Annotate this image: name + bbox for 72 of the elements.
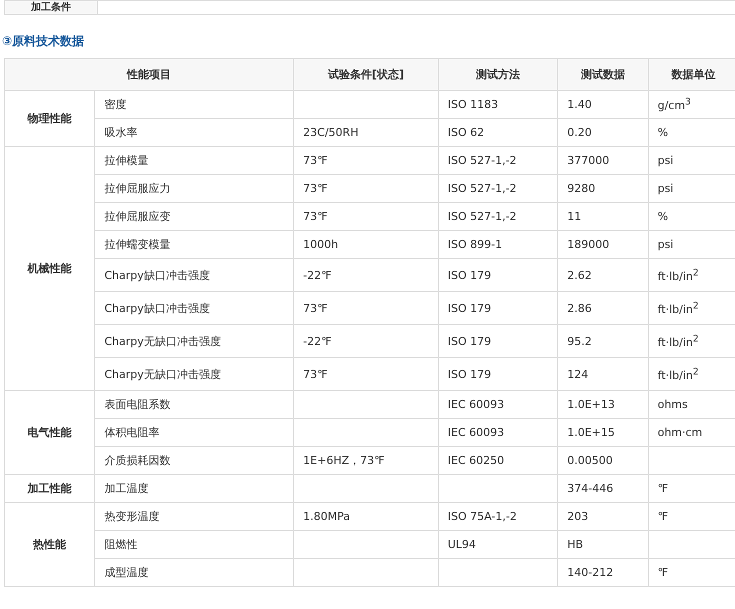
table-cell: 9280 (558, 174, 648, 202)
table-cell: 73℉ (294, 358, 438, 390)
table-cell: IEC 60250 (438, 446, 558, 474)
table-cell: Charpy缺口冲击强度 (94, 292, 294, 324)
table-cell: 加工温度 (94, 474, 294, 502)
table-cell: -22℉ (294, 324, 438, 358)
table-cell: ISO 75A-1,-2 (438, 502, 558, 530)
table-cell: 表面电阻系数 (94, 390, 294, 418)
group-label: 加工性能 (4, 474, 95, 502)
group-label: 热性能 (4, 502, 95, 586)
table-cell: HB (558, 530, 648, 558)
section-title: ③原料技术数据 (2, 33, 86, 50)
table-cell: 1.0E+15 (558, 418, 648, 446)
table-cell: ISO 1183 (438, 90, 558, 118)
table-cell: 1.80MPa (294, 502, 438, 530)
table-cell: 11 (558, 202, 648, 230)
table-cell: 拉伸屈服应力 (94, 174, 294, 202)
table-cell: 377000 (558, 146, 648, 174)
table-cell: ISO 179 (438, 358, 558, 390)
column-header: 性能项目 (4, 58, 294, 90)
table-cell: 73℉ (294, 292, 438, 324)
column-header: 测试数据 (558, 58, 648, 90)
table-cell: 成型温度 (94, 558, 294, 586)
table-cell: 0.00500 (558, 446, 648, 474)
table-cell: IEC 60093 (438, 418, 558, 446)
table-cell: 0.20 (558, 118, 648, 146)
table-cell: ISO 527-1,-2 (438, 146, 558, 174)
table-cell: 密度 (94, 90, 294, 118)
table-cell: 1.0E+13 (558, 390, 648, 418)
table-cell: -22℉ (294, 258, 438, 292)
table-cell: 拉伸蠕变模量 (94, 230, 294, 258)
table-cell: Charpy无缺口冲击强度 (94, 324, 294, 358)
group-label: 机械性能 (4, 146, 95, 390)
table-cell: 介质损耗因数 (94, 446, 294, 474)
column-header: 数据单位 (648, 58, 735, 90)
table-cell: ISO 527-1,-2 (438, 202, 558, 230)
column-header: 试验条件[状态] (294, 58, 438, 90)
table-cell: 140-212 (558, 558, 648, 586)
table-cell: Charpy无缺口冲击强度 (94, 358, 294, 390)
table-cell: 73℉ (294, 146, 438, 174)
table-cell: 124 (558, 358, 648, 390)
table-cell: UL94 (438, 530, 558, 558)
table-cell: 拉伸模量 (94, 146, 294, 174)
table-cell: ISO 62 (438, 118, 558, 146)
row-label: 加工条件 (4, 0, 98, 14)
table-cell: 73℉ (294, 202, 438, 230)
table-cell: 1.40 (558, 90, 648, 118)
table-cell: IEC 60093 (438, 390, 558, 418)
table-cell: 体积电阻率 (94, 418, 294, 446)
table-cell: ISO 527-1,-2 (438, 174, 558, 202)
table-cell: 吸水率 (94, 118, 294, 146)
table-cell: 2.62 (558, 258, 648, 292)
group-label: 物理性能 (4, 90, 95, 146)
table-cell: 1E+6HZ，73℉ (294, 446, 438, 474)
table-cell: 189000 (558, 230, 648, 258)
group-label: 电气性能 (4, 390, 95, 474)
table-cell: 95.2 (558, 324, 648, 358)
table-cell: ISO 899-1 (438, 230, 558, 258)
table-cell: 拉伸屈服应变 (94, 202, 294, 230)
table-cell: 374-446 (558, 474, 648, 502)
table-cell: 1000h (294, 230, 438, 258)
table-cell: ISO 179 (438, 324, 558, 358)
table-cell: Charpy缺口冲击强度 (94, 258, 294, 292)
table-cell: 2.86 (558, 292, 648, 324)
table-cell: 23C/50RH (294, 118, 438, 146)
table-cell: 热变形温度 (94, 502, 294, 530)
table-cell: 73℉ (294, 174, 438, 202)
table-cell: ISO 179 (438, 258, 558, 292)
column-header: 测试方法 (438, 58, 558, 90)
table-cell: ISO 179 (438, 292, 558, 324)
table-cell: 阻燃性 (94, 530, 294, 558)
table-cell: 203 (558, 502, 648, 530)
